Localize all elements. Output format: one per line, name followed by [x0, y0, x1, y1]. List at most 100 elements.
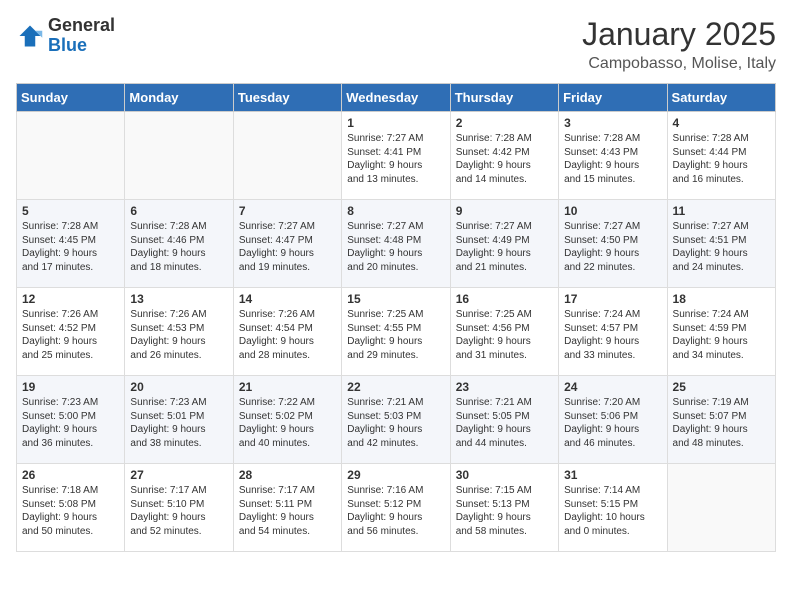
day-info: Sunrise: 7:25 AM Sunset: 4:56 PM Dayligh… — [456, 308, 553, 362]
calendar-cell: 4 Sunrise: 7:28 AM Sunset: 4:44 PM Daylig… — [667, 112, 775, 200]
day-number: 2 — [456, 116, 553, 130]
calendar-title: January 2025 — [582, 16, 776, 53]
calendar-cell: 30Sunrise: 7:15 AM Sunset: 5:13 PM Dayli… — [450, 464, 558, 552]
calendar-cell: 11 Sunrise: 7:27 AM Sunset: 4:51 PM Dayli… — [667, 200, 775, 288]
week-row-5: 26 Sunrise: 7:18 AM Sunset: 5:08 PM Dayli… — [17, 464, 776, 552]
calendar-cell: 29 Sunrise: 7:16 AM Sunset: 5:12 PM Dayli… — [342, 464, 450, 552]
day-number: 7 — [239, 204, 336, 218]
day-info: Sunrise: 7:22 AM Sunset: 5:02 PM Dayligh… — [239, 396, 336, 450]
calendar-cell: 28Sunrise: 7:17 AM Sunset: 5:11 PM Dayli… — [233, 464, 341, 552]
calendar-cell: 20 Sunrise: 7:23 AM Sunset: 5:01 PM Dayli… — [125, 376, 233, 464]
logo-text: General Blue — [48, 16, 115, 56]
day-info: Sunrise: 7:16 AM Sunset: 5:12 PM Dayligh… — [347, 484, 444, 538]
day-number: 6 — [130, 204, 227, 218]
day-info: Sunrise: 7:23 AM Sunset: 5:00 PM Dayligh… — [22, 396, 119, 450]
day-info: Sunrise: 7:21 AM Sunset: 5:05 PM Dayligh… — [456, 396, 553, 450]
day-number: 18 — [673, 292, 770, 306]
day-info: Sunrise: 7:27 AM Sunset: 4:49 PM Dayligh… — [456, 220, 553, 274]
calendar-cell: 3 Sunrise: 7:28 AM Sunset: 4:43 PM Daylig… — [559, 112, 667, 200]
week-row-3: 12 Sunrise: 7:26 AM Sunset: 4:52 PM Dayli… — [17, 288, 776, 376]
logo-icon — [16, 22, 44, 50]
day-info: Sunrise: 7:28 AM Sunset: 4:44 PM Dayligh… — [673, 132, 770, 186]
logo-blue-text: Blue — [48, 35, 87, 55]
calendar-cell — [233, 112, 341, 200]
day-number: 8 — [347, 204, 444, 218]
day-number: 20 — [130, 380, 227, 394]
day-number: 29 — [347, 468, 444, 482]
calendar-cell: 2 Sunrise: 7:28 AM Sunset: 4:42 PM Daylig… — [450, 112, 558, 200]
calendar-cell: 31 Sunrise: 7:14 AM Sunset: 5:15 PM Dayli… — [559, 464, 667, 552]
calendar-cell: 15Sunrise: 7:25 AM Sunset: 4:55 PM Dayli… — [342, 288, 450, 376]
day-info: Sunrise: 7:28 AM Sunset: 4:45 PM Dayligh… — [22, 220, 119, 274]
day-number: 12 — [22, 292, 119, 306]
day-info: Sunrise: 7:24 AM Sunset: 4:57 PM Dayligh… — [564, 308, 661, 362]
calendar-cell — [667, 464, 775, 552]
calendar-cell: 7 Sunrise: 7:27 AM Sunset: 4:47 PM Daylig… — [233, 200, 341, 288]
day-number: 27 — [130, 468, 227, 482]
calendar-cell: 9 Sunrise: 7:27 AM Sunset: 4:49 PM Daylig… — [450, 200, 558, 288]
week-row-2: 5Sunrise: 7:28 AM Sunset: 4:45 PM Daylig… — [17, 200, 776, 288]
day-info: Sunrise: 7:28 AM Sunset: 4:42 PM Dayligh… — [456, 132, 553, 186]
day-number: 4 — [673, 116, 770, 130]
calendar-cell: 23 Sunrise: 7:21 AM Sunset: 5:05 PM Dayli… — [450, 376, 558, 464]
title-block: January 2025 Campobasso, Molise, Italy — [582, 16, 776, 73]
calendar-cell: 19Sunrise: 7:23 AM Sunset: 5:00 PM Dayli… — [17, 376, 125, 464]
day-info: Sunrise: 7:17 AM Sunset: 5:11 PM Dayligh… — [239, 484, 336, 538]
calendar-cell: 14 Sunrise: 7:26 AM Sunset: 4:54 PM Dayli… — [233, 288, 341, 376]
header: General Blue January 2025 Campobasso, Mo… — [16, 16, 776, 73]
calendar-cell: 24Sunrise: 7:20 AM Sunset: 5:06 PM Dayli… — [559, 376, 667, 464]
day-number: 16 — [456, 292, 553, 306]
day-info: Sunrise: 7:20 AM Sunset: 5:06 PM Dayligh… — [564, 396, 661, 450]
day-number: 14 — [239, 292, 336, 306]
calendar-cell: 16 Sunrise: 7:25 AM Sunset: 4:56 PM Dayli… — [450, 288, 558, 376]
day-info: Sunrise: 7:28 AM Sunset: 4:43 PM Dayligh… — [564, 132, 661, 186]
day-number: 30 — [456, 468, 553, 482]
day-info: Sunrise: 7:24 AM Sunset: 4:59 PM Dayligh… — [673, 308, 770, 362]
calendar-cell: 21 Sunrise: 7:22 AM Sunset: 5:02 PM Dayli… — [233, 376, 341, 464]
calendar-cell: 6Sunrise: 7:28 AM Sunset: 4:46 PM Daylig… — [125, 200, 233, 288]
calendar-cell: 17 Sunrise: 7:24 AM Sunset: 4:57 PM Dayli… — [559, 288, 667, 376]
day-info: Sunrise: 7:26 AM Sunset: 4:53 PM Dayligh… — [130, 308, 227, 362]
calendar-cell: 18 Sunrise: 7:24 AM Sunset: 4:59 PM Dayli… — [667, 288, 775, 376]
calendar-subtitle: Campobasso, Molise, Italy — [582, 55, 776, 73]
day-info: Sunrise: 7:27 AM Sunset: 4:51 PM Dayligh… — [673, 220, 770, 274]
day-number: 3 — [564, 116, 661, 130]
day-number: 17 — [564, 292, 661, 306]
weekday-header-wednesday: Wednesday — [342, 84, 450, 112]
calendar-cell: 26 Sunrise: 7:18 AM Sunset: 5:08 PM Dayli… — [17, 464, 125, 552]
weekday-header-thursday: Thursday — [450, 84, 558, 112]
day-info: Sunrise: 7:19 AM Sunset: 5:07 PM Dayligh… — [673, 396, 770, 450]
day-number: 31 — [564, 468, 661, 482]
logo: General Blue — [16, 16, 115, 56]
calendar-cell: 13 Sunrise: 7:26 AM Sunset: 4:53 PM Dayli… — [125, 288, 233, 376]
calendar-cell — [125, 112, 233, 200]
week-row-1: 1Sunrise: 7:27 AM Sunset: 4:41 PM Daylig… — [17, 112, 776, 200]
day-number: 9 — [456, 204, 553, 218]
day-info: Sunrise: 7:27 AM Sunset: 4:50 PM Dayligh… — [564, 220, 661, 274]
logo-general-text: General — [48, 15, 115, 35]
day-number: 23 — [456, 380, 553, 394]
day-info: Sunrise: 7:18 AM Sunset: 5:08 PM Dayligh… — [22, 484, 119, 538]
day-number: 26 — [22, 468, 119, 482]
weekday-header-tuesday: Tuesday — [233, 84, 341, 112]
weekday-header-monday: Monday — [125, 84, 233, 112]
day-info: Sunrise: 7:17 AM Sunset: 5:10 PM Dayligh… — [130, 484, 227, 538]
calendar-cell: 25Sunrise: 7:19 AM Sunset: 5:07 PM Dayli… — [667, 376, 775, 464]
day-info: Sunrise: 7:26 AM Sunset: 4:54 PM Dayligh… — [239, 308, 336, 362]
calendar-cell: 12 Sunrise: 7:26 AM Sunset: 4:52 PM Dayli… — [17, 288, 125, 376]
day-number: 15 — [347, 292, 444, 306]
day-info: Sunrise: 7:27 AM Sunset: 4:47 PM Dayligh… — [239, 220, 336, 274]
calendar-cell: 27 Sunrise: 7:17 AM Sunset: 5:10 PM Dayli… — [125, 464, 233, 552]
day-number: 22 — [347, 380, 444, 394]
day-number: 10 — [564, 204, 661, 218]
weekday-header-row: SundayMondayTuesdayWednesdayThursdayFrid… — [17, 84, 776, 112]
day-info: Sunrise: 7:26 AM Sunset: 4:52 PM Dayligh… — [22, 308, 119, 362]
day-info: Sunrise: 7:23 AM Sunset: 5:01 PM Dayligh… — [130, 396, 227, 450]
day-number: 21 — [239, 380, 336, 394]
day-number: 13 — [130, 292, 227, 306]
day-number: 11 — [673, 204, 770, 218]
weekday-header-saturday: Saturday — [667, 84, 775, 112]
week-row-4: 19Sunrise: 7:23 AM Sunset: 5:00 PM Dayli… — [17, 376, 776, 464]
day-info: Sunrise: 7:14 AM Sunset: 5:15 PM Dayligh… — [564, 484, 661, 538]
calendar-cell — [17, 112, 125, 200]
